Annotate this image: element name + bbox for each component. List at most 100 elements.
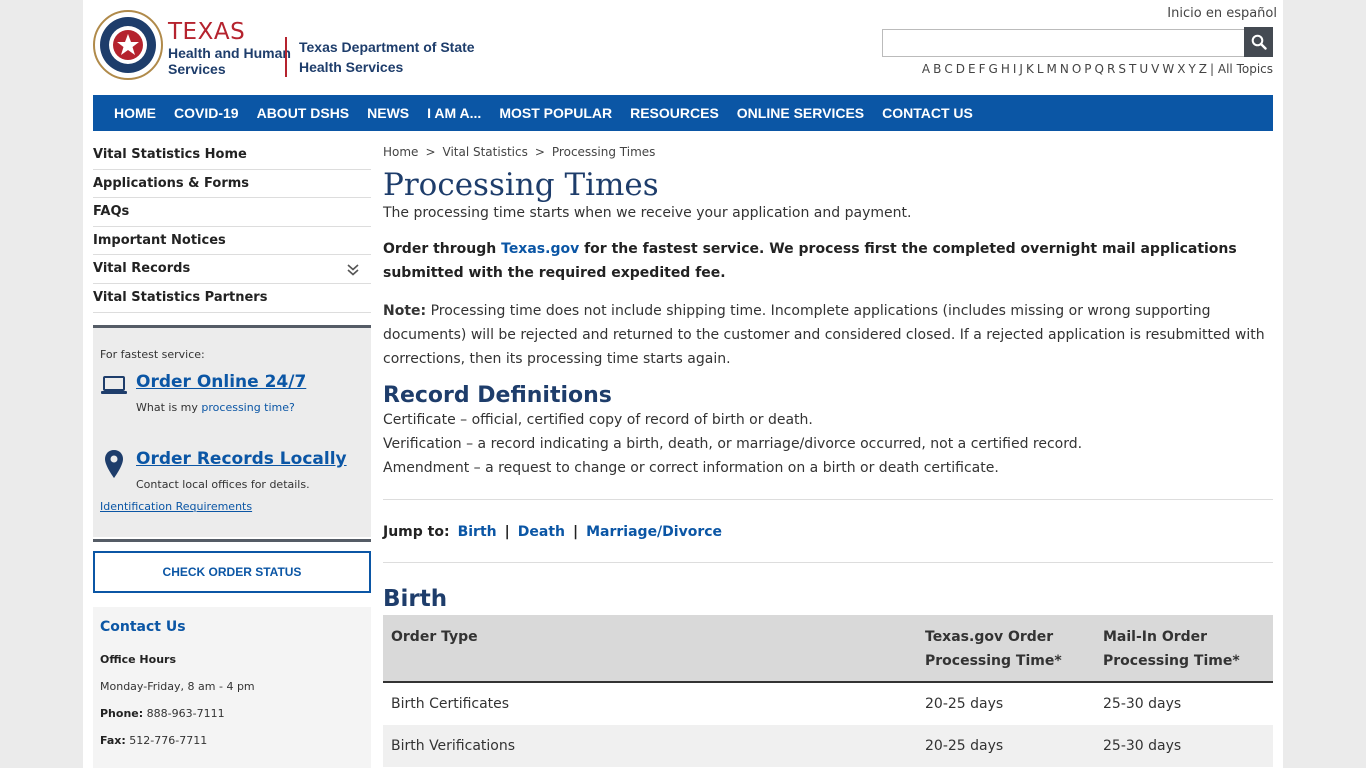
definition-verification: Verification – a record indicating a bir… [383,436,1083,452]
table-header-row: Order Type Texas.gov Order Processing Ti… [383,615,1273,682]
intro-text: The processing time starts when we recei… [383,205,912,221]
double-chevron-down-icon[interactable] [347,264,359,276]
cell-mail-in-time: 25-30 days [1103,696,1182,712]
nav-item-covid[interactable]: COVID-19 [165,105,248,121]
identification-requirements-link[interactable]: Identification Requirements [100,500,252,513]
az-letter[interactable]: S [1118,62,1126,76]
az-letter[interactable]: F [979,62,986,76]
nav-item-resources[interactable]: Resources [621,105,728,121]
az-letter[interactable]: C [944,62,952,76]
definition-amendment: Amendment – a request to change or corre… [383,460,999,476]
site-logo[interactable]: TEXAS Health and Human Services Texas De… [93,10,475,82]
az-letter[interactable]: Z [1199,62,1207,76]
search-input[interactable] [882,29,1244,57]
dshs-name: Texas Department of State Health Service… [299,39,475,75]
breadcrumb-current: Processing Times [551,145,656,159]
az-letter[interactable]: B [933,62,941,76]
az-letter[interactable]: J [1019,62,1023,76]
cell-mail-in-time: 25-30 days [1103,738,1182,754]
note-paragraph: Note: Processing time does not include s… [383,303,1265,367]
az-letter[interactable]: L [1037,62,1044,76]
az-letter[interactable]: E [968,62,976,76]
column-header-order-type: Order Type [391,629,478,645]
sidebar-item-partners[interactable]: Vital Statistics Partners [93,284,371,313]
fastest-service-paragraph: Order through Texas.gov for the fastest … [383,241,1237,281]
contact-title: Contact Us [100,618,186,635]
jump-marriage-divorce-link[interactable]: Marriage/Divorce [586,524,722,540]
spanish-language-link[interactable]: Inicio en español [1167,6,1277,21]
cell-texas-gov-time: 20-25 days [925,696,1004,712]
az-letter[interactable]: T [1129,62,1136,76]
phone-number[interactable]: 888-963-7111 [147,707,225,720]
local-offices-note: Contact local offices for details. [136,477,310,491]
definition-certificate: Certificate – official, certified copy o… [383,412,813,428]
breadcrumb-vital-statistics[interactable]: Vital Statistics [443,145,528,159]
column-header-texas-gov-time: Texas.gov Order Processing Time* [925,629,1062,669]
sidebar-item-important-notices[interactable]: Important Notices [93,227,371,256]
map-pin-icon [105,449,123,478]
logo-divider [285,37,287,77]
breadcrumb-home[interactable]: Home [383,145,418,159]
nav-item-home[interactable]: Home [105,105,165,121]
az-letter[interactable]: U [1139,62,1148,76]
processing-time-link[interactable]: processing time? [201,401,294,414]
az-letter[interactable]: M [1047,62,1057,76]
texas-seal-icon [93,10,163,80]
sidebar-item-vital-statistics-home[interactable]: Vital Statistics Home [93,141,371,170]
jump-death-link[interactable]: Death [518,524,565,540]
az-letter[interactable]: X [1177,62,1185,76]
birth-heading: Birth [383,586,448,612]
sidebar-item-applications-forms[interactable]: Applications & Forms [93,170,371,199]
az-letter[interactable]: W [1162,62,1174,76]
az-letter[interactable]: Y [1188,62,1195,76]
all-topics-link[interactable]: | All Topics [1210,62,1273,76]
breadcrumb-separator: > [425,145,436,159]
hhs-title: TEXAS [168,19,246,45]
jump-to-nav: Jump to: Birth | Death | Marriage/Divorc… [383,524,1273,540]
divider [93,538,371,542]
order-online-link[interactable]: Order Online 24/7 [136,372,306,392]
az-letter[interactable]: O [1072,62,1081,76]
fax-number: 512-776-7711 [129,733,208,747]
table-row: Birth Verifications 20-25 days 25-30 day… [383,725,1273,767]
az-letter[interactable]: I [1013,62,1017,76]
nav-item-contact[interactable]: Contact Us [873,105,982,121]
search-icon [1251,34,1267,50]
az-letter[interactable]: A [922,62,930,76]
az-letter[interactable]: K [1026,62,1034,76]
page: TEXAS Health and Human Services Texas De… [83,0,1283,768]
phone-line: Phone: 888-963-7111 [100,706,225,720]
order-services-box: For fastest service: Order Online 24/7 W… [93,324,371,537]
main-nav: Home COVID-19 About DSHS News I am a... … [93,95,1273,131]
az-letter[interactable]: H [1001,62,1010,76]
sidebar-item-vital-records[interactable]: Vital Records [93,255,371,284]
jump-label: Jump to: [383,524,450,540]
order-records-locally-link[interactable]: Order Records Locally [136,449,347,469]
a-z-index: A B C D E F G H I J K L M N O P Q R S T … [922,62,1273,76]
jump-birth-link[interactable]: Birth [458,524,497,540]
texas-gov-link[interactable]: Texas.gov [501,241,579,257]
sidebar: Vital Statistics Home Applications & For… [93,141,371,768]
nav-item-online-services[interactable]: Online Services [728,105,873,121]
breadcrumb: Home > Vital Statistics > Processing Tim… [383,141,1273,163]
az-letter[interactable]: Q [1095,62,1104,76]
check-order-status-button[interactable]: CHECK ORDER STATUS [93,538,371,593]
nav-item-about[interactable]: About DSHS [248,105,359,121]
jump-separator: | [504,524,510,540]
processing-time-note: What is my processing time? [136,400,295,414]
az-letter[interactable]: G [989,62,998,76]
nav-item-most-popular[interactable]: Most Popular [490,105,621,121]
sidebar-item-faqs[interactable]: FAQs [93,198,371,227]
jump-separator: | [572,524,579,540]
divider [383,499,1273,500]
nav-item-news[interactable]: News [358,105,418,121]
az-letter[interactable]: D [956,62,965,76]
search-button[interactable] [1244,27,1273,57]
az-letter[interactable]: V [1151,62,1159,76]
nav-item-i-am-a[interactable]: I am a... [418,105,490,121]
az-letter[interactable]: N [1060,62,1069,76]
sidebar-item-label: Vital Records [93,261,191,277]
az-letter[interactable]: P [1084,62,1091,76]
az-letter[interactable]: R [1107,62,1115,76]
cell-texas-gov-time: 20-25 days [925,738,1004,754]
